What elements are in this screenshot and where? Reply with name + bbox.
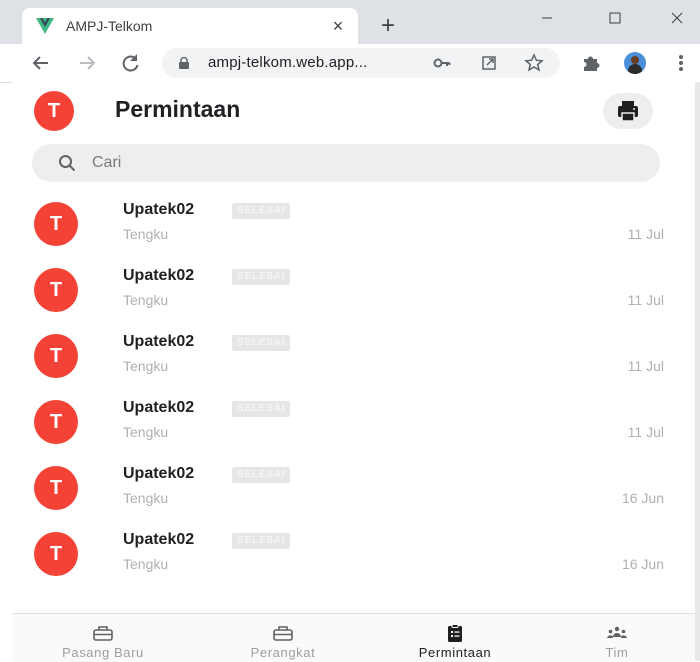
nav-pasang-baru[interactable]: Pasang Baru [42, 614, 164, 662]
browser-toolbar: ampj-telkom.web.app... [0, 44, 700, 83]
maximize-icon[interactable] [592, 4, 638, 32]
status-badge: SELESAI [232, 203, 291, 219]
item-title: Upatek02 [123, 531, 195, 548]
browser-tab[interactable]: AMPJ-Telkom × [22, 8, 358, 44]
app-content: T Permintaan T Upatek02 SELESAI Tengku 1… [12, 82, 695, 662]
item-title: Upatek02 [123, 465, 195, 482]
status-badge: SELESAI [232, 335, 291, 351]
item-date: 11 Jul [627, 424, 664, 440]
user-avatar[interactable]: T [34, 91, 74, 131]
list-item[interactable]: T Upatek02 SELESAI Tengku 16 Jun [12, 458, 695, 524]
item-subtitle: Tengku [123, 226, 169, 242]
tab-strip: AMPJ-Telkom × + [0, 0, 700, 44]
search-bar [32, 144, 660, 182]
nav-perangkat[interactable]: Perangkat [222, 614, 344, 662]
nav-label: Tim [605, 645, 629, 660]
search-input[interactable] [92, 148, 632, 178]
nav-permintaan[interactable]: Permintaan [394, 614, 516, 662]
status-badge: SELESAI [232, 269, 291, 285]
toolbox-icon [93, 626, 113, 641]
status-badge: SELESAI [232, 533, 291, 549]
item-date: 16 Jun [621, 490, 664, 506]
item-date: 11 Jul [627, 358, 664, 374]
window-close-icon[interactable] [654, 4, 700, 32]
clipboard-list-icon [448, 624, 462, 642]
bookmark-star-icon[interactable] [524, 53, 544, 73]
item-title: Upatek02 [123, 333, 195, 350]
status-badge: SELESAI [232, 467, 291, 483]
bottom-navigation: Pasang Baru Perangkat Permintaan Tim [12, 613, 695, 662]
item-subtitle: Tengku [123, 292, 169, 308]
forward-arrow-icon[interactable] [74, 50, 100, 76]
item-title: Upatek02 [123, 267, 195, 284]
list-item[interactable]: T Upatek02 SELESAI Tengku 11 Jul [12, 326, 695, 392]
status-badge: SELESAI [232, 401, 291, 417]
reload-icon[interactable] [117, 50, 143, 76]
search-icon [59, 155, 76, 172]
item-avatar: T [34, 202, 78, 246]
open-in-app-icon[interactable] [479, 53, 499, 73]
item-avatar: T [34, 532, 78, 576]
address-bar[interactable]: ampj-telkom.web.app... [162, 48, 560, 78]
item-title: Upatek02 [123, 201, 195, 218]
nav-label: Permintaan [418, 645, 492, 660]
page-title: Permintaan [115, 96, 241, 122]
item-title: Upatek02 [123, 399, 195, 416]
item-avatar: T [34, 466, 78, 510]
item-subtitle: Tengku [123, 358, 169, 374]
nav-tim[interactable]: Tim [572, 614, 662, 662]
window-edge [695, 82, 700, 661]
item-avatar: T [34, 334, 78, 378]
item-date: 11 Jul [627, 292, 664, 308]
url-text[interactable]: ampj-telkom.web.app... [208, 54, 367, 72]
nav-label: Perangkat [250, 645, 316, 660]
vue-logo-icon [36, 18, 54, 34]
profile-avatar[interactable] [624, 52, 646, 74]
item-date: 16 Jun [621, 556, 664, 572]
list-item[interactable]: T Upatek02 SELESAI Tengku 16 Jun [12, 524, 695, 590]
lock-icon [179, 57, 189, 69]
nav-label: Pasang Baru [62, 645, 144, 660]
toolbox-icon [273, 626, 293, 641]
printer-icon [618, 101, 638, 122]
item-avatar: T [34, 268, 78, 312]
item-avatar: T [34, 400, 78, 444]
list-item[interactable]: T Upatek02 SELESAI Tengku 11 Jul [12, 392, 695, 458]
new-tab-icon[interactable]: + [376, 14, 400, 39]
list-item[interactable]: T Upatek02 SELESAI Tengku 11 Jul [12, 194, 695, 260]
item-subtitle: Tengku [123, 556, 169, 572]
extensions-puzzle-icon[interactable] [578, 50, 604, 76]
minimize-icon[interactable] [524, 4, 570, 32]
key-icon[interactable] [432, 53, 452, 73]
people-group-icon [607, 626, 627, 638]
browser-chrome: AMPJ-Telkom × + ampj-telkom.web.app... [0, 0, 700, 83]
item-date: 11 Jul [627, 226, 664, 242]
tab-close-icon[interactable]: × [328, 16, 348, 36]
back-arrow-icon[interactable] [28, 50, 54, 76]
kebab-menu-icon[interactable] [668, 50, 694, 76]
tab-title: AMPJ-Telkom [66, 18, 153, 34]
list-item[interactable]: T Upatek02 SELESAI Tengku 11 Jul [12, 260, 695, 326]
item-subtitle: Tengku [123, 490, 169, 506]
item-subtitle: Tengku [123, 424, 169, 440]
print-button[interactable] [603, 93, 653, 129]
